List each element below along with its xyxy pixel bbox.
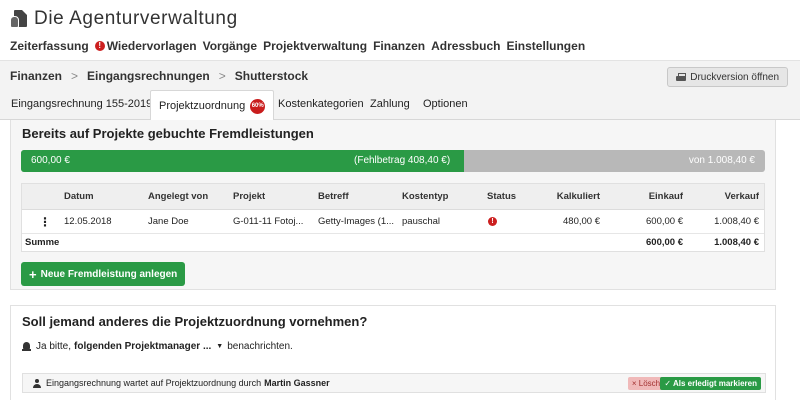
breadcrumb-item-eingangsrechnungen[interactable]: Eingangsrechnungen — [87, 69, 210, 83]
breadcrumb: Finanzen > Eingangsrechnungen > Shutters… — [10, 69, 308, 83]
error-status-icon[interactable]: ! — [488, 217, 497, 226]
notify-row: Ja bitte, folgenden Projektmanager ... ▼… — [22, 341, 293, 352]
cell-angelegt-von: Jane Doe — [148, 216, 189, 227]
summary-einkauf: 600,00 € — [646, 237, 683, 248]
col-status[interactable]: Status — [487, 184, 516, 209]
tab-eingangsrechnung[interactable]: Eingangsrechnung 155-2019 — [11, 98, 152, 110]
assignment-progress-bar: 600,00 € (Fehlbetrag 408,40 €) von 1.008… — [21, 150, 765, 172]
tab-optionen[interactable]: Optionen — [423, 98, 468, 110]
cell-projekt: G-011-11 Fotoj... — [233, 216, 304, 227]
cell-betreff: Getty-Images (1... — [318, 216, 395, 227]
nav-adressbuch[interactable]: Adressbuch — [431, 39, 500, 53]
assignee-name: Martin Gassner — [264, 378, 330, 388]
chevron-right-icon: > — [71, 69, 79, 83]
cell-einkauf: 600,00 € — [646, 216, 683, 227]
bell-icon — [22, 341, 31, 352]
cell-kalkuliert: 480,00 € — [563, 216, 600, 227]
user-icon — [33, 378, 41, 388]
print-version-button[interactable]: Druckversion öffnen — [667, 67, 788, 87]
breadcrumb-item-finanzen[interactable]: Finanzen — [10, 69, 62, 83]
col-angelegt-von[interactable]: Angelegt von — [148, 184, 208, 209]
table-header: Datum Angelegt von Projekt Betreff Koste… — [22, 184, 764, 210]
col-betreff[interactable]: Betreff — [318, 184, 349, 209]
alert-icon: ! — [94, 41, 105, 51]
nav-label: Vorgänge — [202, 39, 258, 53]
summary-verkauf: 1.008,40 € — [714, 237, 759, 248]
mark-done-button[interactable]: ✓ Als erledigt markieren — [660, 377, 761, 390]
nav-label: Adressbuch — [431, 39, 501, 53]
table-row[interactable]: ⋮ 12.05.2018 Jane Doe G-011-11 Fotoj... … — [22, 210, 764, 234]
nav-einstellungen[interactable]: Einstellungen — [506, 39, 585, 53]
new-service-button[interactable]: + Neue Fremdleistung anlegen — [21, 262, 186, 286]
project-manager-select[interactable]: folgenden Projektmanager ... — [74, 341, 211, 352]
col-projekt[interactable]: Projekt — [233, 184, 265, 209]
nav-label: Einstellungen — [506, 39, 586, 53]
nav-vorgaenge[interactable]: Vorgänge — [203, 39, 257, 53]
chevron-right-icon: > — [218, 69, 226, 83]
tab-kostenkategorien[interactable]: Kostenkategorien — [278, 98, 364, 110]
notify-prefix: Ja bitte, — [36, 341, 72, 352]
app-title: Die Agenturverwaltung — [34, 8, 238, 29]
new-service-label: Neue Fremdleistung anlegen — [40, 268, 178, 280]
main-nav: Zeiterfassung ! Wiedervorlagen Vorgänge P… — [10, 34, 800, 58]
tab-projektzuordnung[interactable]: Projektzuordnung 60% — [150, 90, 275, 121]
top-bar: Die Agenturverwaltung Zeiterfassung ! Wie… — [0, 0, 800, 60]
print-button-label: Druckversion öffnen — [690, 71, 779, 83]
summary-label: Summe — [25, 237, 60, 248]
nav-projektverwaltung[interactable]: Projektverwaltung — [263, 39, 367, 53]
nav-zeiterfassung[interactable]: Zeiterfassung — [10, 39, 89, 53]
table-summary-row: Summe 600,00 € 1.008,40 € — [22, 234, 764, 251]
col-datum[interactable]: Datum — [64, 184, 94, 209]
progress-badge: 60% — [250, 98, 266, 114]
nav-label: Wiedervorlagen — [106, 39, 197, 53]
col-verkauf[interactable]: Verkauf — [682, 184, 759, 209]
services-table: Datum Angelegt von Projekt Betreff Koste… — [21, 183, 765, 252]
tab-label: Projektzuordnung — [159, 100, 246, 112]
reassign-question: Soll jemand anderes die Projektzuordnung… — [22, 314, 368, 329]
cell-status: ! — [488, 210, 497, 233]
nav-finanzen[interactable]: Finanzen — [373, 39, 425, 53]
nav-label: Projektverwaltung — [263, 39, 368, 53]
row-menu-icon[interactable]: ⋮ — [39, 210, 51, 233]
col-kostentyp[interactable]: Kostentyp — [402, 184, 448, 209]
col-einkauf[interactable]: Einkauf — [602, 184, 683, 209]
nav-label: Finanzen — [373, 39, 426, 53]
reassign-panel: Soll jemand anderes die Projektzuordnung… — [10, 305, 776, 400]
breadcrumb-item-current: Shutterstock — [234, 69, 309, 83]
cell-verkauf: 1.008,40 € — [714, 216, 759, 227]
notify-suffix: benachrichten. — [227, 341, 293, 352]
caret-down-icon[interactable]: ▼ — [216, 343, 223, 350]
pending-assignment: Eingangsrechnung wartet auf Projektzuord… — [22, 373, 766, 393]
printer-icon — [676, 72, 687, 82]
nav-label: Zeiterfassung — [10, 39, 89, 53]
col-kalkuliert[interactable]: Kalkuliert — [522, 184, 600, 209]
progress-missing-value: (Fehlbetrag 408,40 €) — [354, 155, 451, 166]
nav-wiedervorlagen[interactable]: ! Wiedervorlagen — [94, 39, 197, 53]
booked-services-panel: Bereits auf Projekte gebuchte Fremdleist… — [10, 120, 776, 290]
progress-booked-value: 600,00 € — [31, 155, 70, 166]
cell-kostentyp: pauschal — [402, 216, 441, 227]
progress-total-value: von 1.008,40 € — [688, 155, 755, 166]
tab-zahlung[interactable]: Zahlung — [370, 98, 410, 110]
tab-bar: Eingangsrechnung 155-2019 Projektzuordnu… — [0, 90, 800, 121]
cell-datum: 12.05.2018 — [64, 216, 112, 227]
plus-icon: + — [29, 266, 37, 282]
agency-logo-icon — [10, 9, 30, 29]
assignment-text: Eingangsrechnung wartet auf Projektzuord… — [46, 378, 262, 388]
brand[interactable]: Die Agenturverwaltung — [10, 0, 800, 34]
section-title: Bereits auf Projekte gebuchte Fremdleist… — [22, 126, 314, 141]
